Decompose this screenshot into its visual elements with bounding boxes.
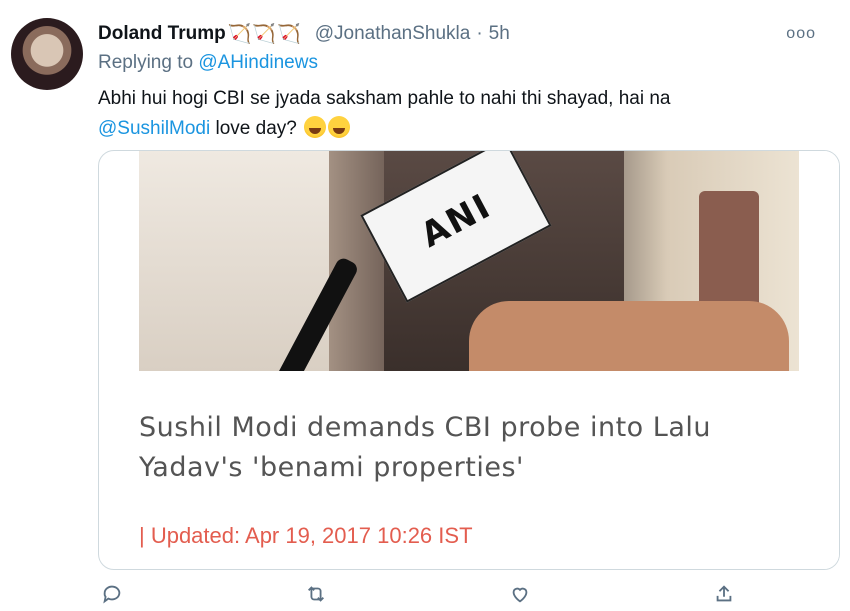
link-card[interactable]: ANI Sushil Modi demands CBI probe into L…: [98, 150, 840, 570]
tweet-header: Doland Trump 🏹 🏹 🏹 @JonathanShukla · 5h …: [98, 19, 830, 49]
retweet-icon: [308, 586, 324, 602]
like-button[interactable]: [506, 580, 534, 608]
speech-bubble-icon: [103, 585, 121, 604]
mic-flag-label: ANI: [414, 185, 498, 256]
bow-arrow-emojis: 🏹 🏹 🏹: [228, 22, 301, 46]
replying-to: Replying to @AHindinews: [98, 52, 318, 74]
bow-arrow-icon: 🏹: [252, 24, 277, 45]
author-name[interactable]: Doland Trump: [98, 23, 226, 45]
bow-arrow-icon: 🏹: [227, 24, 252, 45]
separator-dot: ·: [476, 23, 483, 44]
tweet-text-part1: Abhi hui hogi CBI se jyada saksham pahle…: [98, 88, 671, 109]
bow-arrow-icon: 🏹: [277, 24, 301, 45]
tears-of-joy-emoji-icon: [328, 116, 351, 138]
replying-handle-link[interactable]: @AHindinews: [198, 52, 318, 73]
reply-button[interactable]: [98, 580, 126, 608]
avatar[interactable]: [11, 18, 83, 90]
share-button[interactable]: [710, 580, 738, 608]
card-updated-date: | Updated: Apr 19, 2017 10:26 IST: [139, 523, 473, 548]
heart-icon: [512, 587, 528, 603]
tweet-text-part2: love day?: [215, 118, 297, 139]
replying-prefix: Replying to: [98, 52, 194, 73]
card-image: ANI: [139, 151, 799, 371]
tweet-text: Abhi hui hogi CBI se jyada saksham pahle…: [98, 84, 818, 144]
more-options-icon[interactable]: ooo: [786, 25, 816, 43]
tears-of-joy-emoji-icon: [304, 116, 327, 138]
card-title: Sushil Modi demands CBI probe into Lalu …: [139, 412, 711, 483]
author-handle[interactable]: @JonathanShukla: [315, 23, 471, 45]
tweet-actions: [98, 580, 738, 608]
retweet-button[interactable]: [302, 580, 330, 608]
share-icon: [716, 585, 732, 602]
tweet[interactable]: Doland Trump 🏹 🏹 🏹 @JonathanShukla · 5h …: [0, 0, 850, 611]
tweet-time[interactable]: 5h: [489, 23, 510, 45]
mention-link[interactable]: @SushilModi: [98, 118, 210, 139]
